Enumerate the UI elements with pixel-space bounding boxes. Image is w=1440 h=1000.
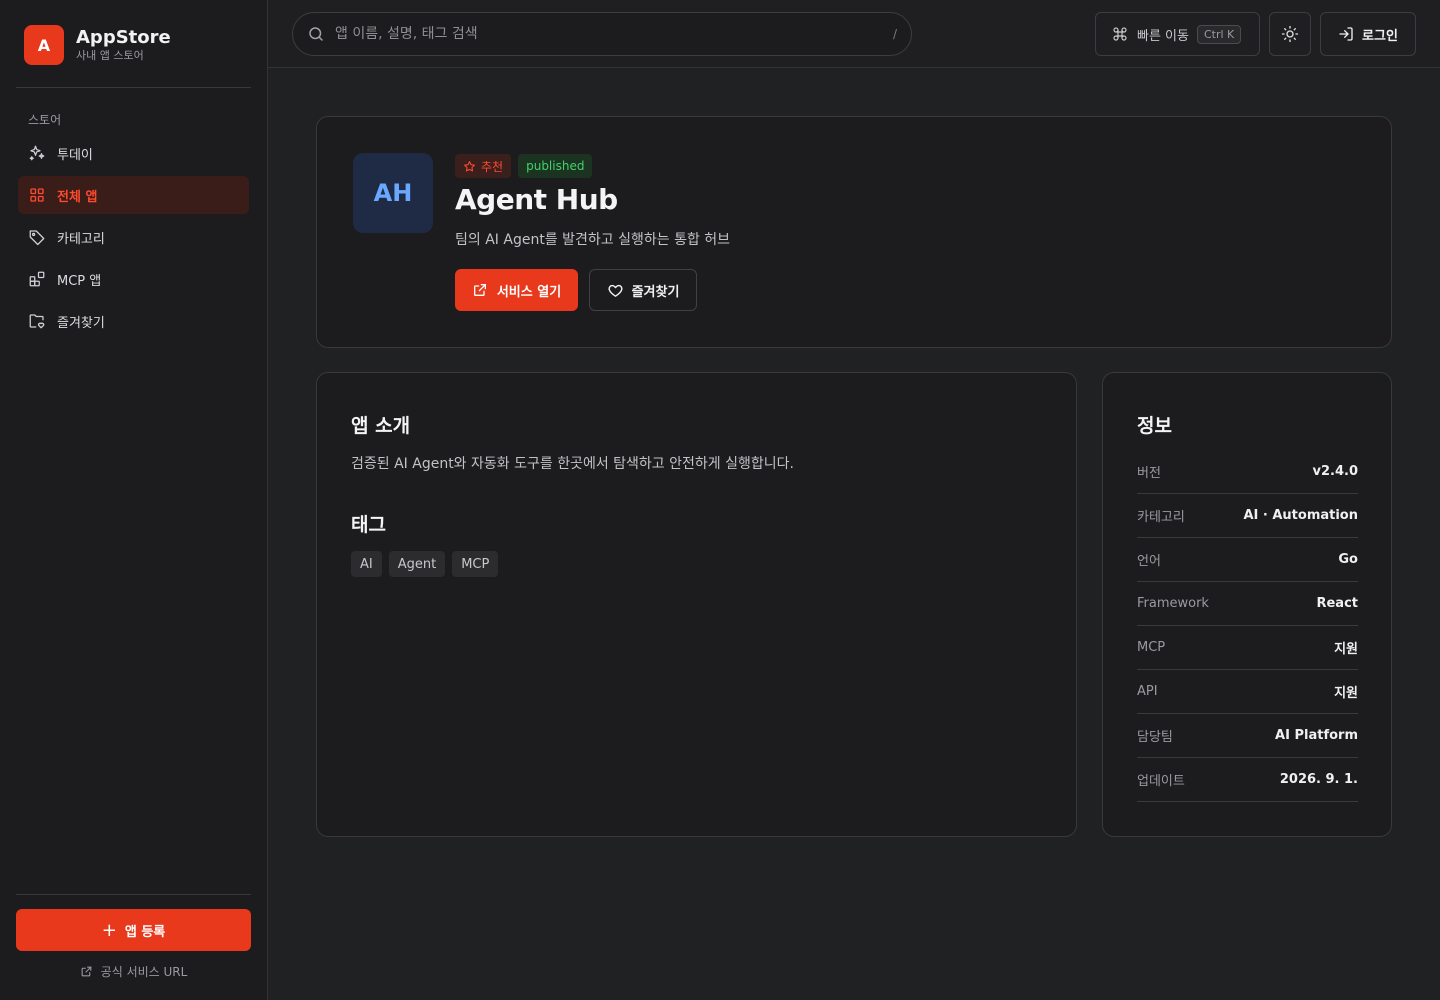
- external-link-icon: [472, 282, 488, 298]
- official-link-label: 공식 서비스 URL: [100, 964, 188, 979]
- sidebar-item-today[interactable]: 투데이: [18, 134, 249, 172]
- status-badge: published: [518, 154, 593, 178]
- register-app-button[interactable]: + 앱 등록: [16, 909, 251, 951]
- plus-icon: +: [101, 919, 117, 941]
- sidebar-item-label: 투데이: [57, 147, 93, 163]
- tag-chip[interactable]: MCP: [452, 551, 499, 577]
- info-value: Go: [1338, 552, 1358, 567]
- sidebar-divider: [16, 894, 251, 895]
- quick-nav-button[interactable]: 빠른 이동 Ctrl K: [1095, 12, 1260, 56]
- info-key: 언어: [1137, 554, 1161, 569]
- sun-icon: [1281, 25, 1299, 43]
- app-about-card: 앱 소개 검증된 AI Agent와 자동화 도구를 한곳에서 탐색하고 안전하…: [316, 372, 1077, 837]
- open-service-label: 서비스 열기: [496, 284, 562, 300]
- search-shortcut-hint: /: [892, 27, 897, 41]
- sidebar-item-all-apps[interactable]: 전체 앱: [18, 176, 249, 214]
- info-row: 담당팀 AI Platform: [1137, 714, 1358, 758]
- sidebar: A AppStore 사내 앱 스토어 스토어 투데이 전체 앱 카테고리 MC…: [0, 0, 268, 1000]
- sidebar-divider: [16, 87, 251, 88]
- info-key: 카테고리: [1137, 510, 1185, 525]
- sidebar-item-label: 전체 앱: [57, 189, 98, 205]
- sparkles-icon: [28, 144, 46, 162]
- app-description: 팀의 AI Agent를 발견하고 실행하는 통합 허브: [455, 232, 731, 248]
- info-value: 지원: [1334, 686, 1358, 701]
- app-hero-card: AH 추천 published Agent Hub 팀의 AI Agent를 발…: [316, 116, 1392, 348]
- quick-nav-label: 빠른 이동: [1137, 28, 1189, 44]
- register-app-label: 앱 등록: [124, 924, 166, 940]
- brand[interactable]: A AppStore 사내 앱 스토어: [24, 25, 171, 65]
- heart-icon: [607, 282, 624, 299]
- info-row: API 지원: [1137, 670, 1358, 714]
- info-row: 업데이트 2026. 9. 1.: [1137, 758, 1358, 802]
- tag-list: AI Agent MCP: [351, 551, 505, 577]
- sidebar-item-label: 즐겨찾기: [57, 315, 105, 331]
- favorite-button[interactable]: 즐겨찾기: [589, 269, 697, 311]
- info-row: MCP 지원: [1137, 626, 1358, 670]
- blocks-icon: [28, 270, 46, 288]
- favorite-label: 즐겨찾기: [631, 284, 680, 300]
- official-service-link[interactable]: 공식 서비스 URL: [16, 962, 251, 980]
- search-icon: [307, 25, 325, 43]
- info-list: 버전 v2.4.0 카테고리 AI · Automation 언어 Go Fra…: [1137, 450, 1358, 802]
- info-value: 지원: [1334, 642, 1358, 657]
- info-row: 언어 Go: [1137, 538, 1358, 582]
- info-value: AI · Automation: [1243, 508, 1358, 523]
- tags-title: 태그: [351, 514, 386, 536]
- info-key: API: [1137, 684, 1158, 699]
- tag-chip[interactable]: Agent: [388, 551, 446, 577]
- featured-badge: 추천: [455, 154, 512, 178]
- open-service-button[interactable]: 서비스 열기: [455, 269, 578, 311]
- sidebar-section-label: 스토어: [28, 113, 62, 127]
- info-key: 버전: [1137, 466, 1161, 481]
- sidebar-item-favorites[interactable]: 즐겨찾기: [18, 302, 249, 340]
- app-info-card: 정보 버전 v2.4.0 카테고리 AI · Automation 언어 Go …: [1102, 372, 1392, 837]
- info-value: 2026. 9. 1.: [1279, 772, 1358, 787]
- tag-icon: [28, 228, 46, 246]
- info-title: 정보: [1137, 415, 1172, 437]
- login-icon: [1338, 26, 1354, 42]
- info-value: v2.4.0: [1312, 464, 1359, 479]
- folder-heart-icon: [28, 312, 46, 330]
- sidebar-item-mcp-apps[interactable]: MCP 앱: [18, 260, 249, 298]
- search-input[interactable]: [335, 26, 893, 42]
- app-icon: AH: [353, 153, 433, 233]
- grid-icon: [28, 186, 46, 204]
- app-title: Agent Hub: [455, 183, 618, 216]
- login-button[interactable]: 로그인: [1320, 12, 1416, 56]
- info-row: 버전 v2.4.0: [1137, 450, 1358, 494]
- info-key: Framework: [1137, 596, 1209, 611]
- star-icon: [463, 160, 476, 173]
- command-icon: [1112, 26, 1128, 42]
- topbar: / 빠른 이동 Ctrl K 로그인: [268, 0, 1440, 68]
- search-box[interactable]: /: [292, 12, 912, 56]
- app-badges: 추천 published: [455, 154, 599, 178]
- info-value: AI Platform: [1275, 728, 1358, 743]
- info-row: 카테고리 AI · Automation: [1137, 494, 1358, 538]
- info-row: Framework React: [1137, 582, 1358, 626]
- featured-badge-label: 추천: [481, 159, 504, 174]
- tag-chip[interactable]: AI: [351, 551, 382, 577]
- brand-logo: A: [24, 25, 64, 65]
- theme-toggle-button[interactable]: [1269, 12, 1311, 56]
- brand-name: AppStore: [76, 27, 171, 48]
- quick-nav-shortcut: Ctrl K: [1196, 24, 1242, 44]
- external-link-icon: [80, 965, 93, 978]
- info-key: 업데이트: [1137, 774, 1185, 789]
- sidebar-item-label: MCP 앱: [57, 273, 102, 289]
- about-title: 앱 소개: [351, 415, 411, 437]
- about-text: 검증된 AI Agent와 자동화 도구를 한곳에서 탐색하고 안전하게 실행합…: [351, 456, 794, 472]
- info-key: MCP: [1137, 640, 1166, 655]
- sidebar-item-category[interactable]: 카테고리: [18, 218, 249, 256]
- login-label: 로그인: [1362, 28, 1398, 44]
- sidebar-nav: 투데이 전체 앱 카테고리 MCP 앱 즐겨찾기: [18, 134, 249, 344]
- sidebar-item-label: 카테고리: [57, 231, 105, 247]
- info-value: React: [1316, 596, 1358, 611]
- info-key: 담당팀: [1137, 730, 1173, 745]
- brand-subtitle: 사내 앱 스토어: [76, 49, 144, 62]
